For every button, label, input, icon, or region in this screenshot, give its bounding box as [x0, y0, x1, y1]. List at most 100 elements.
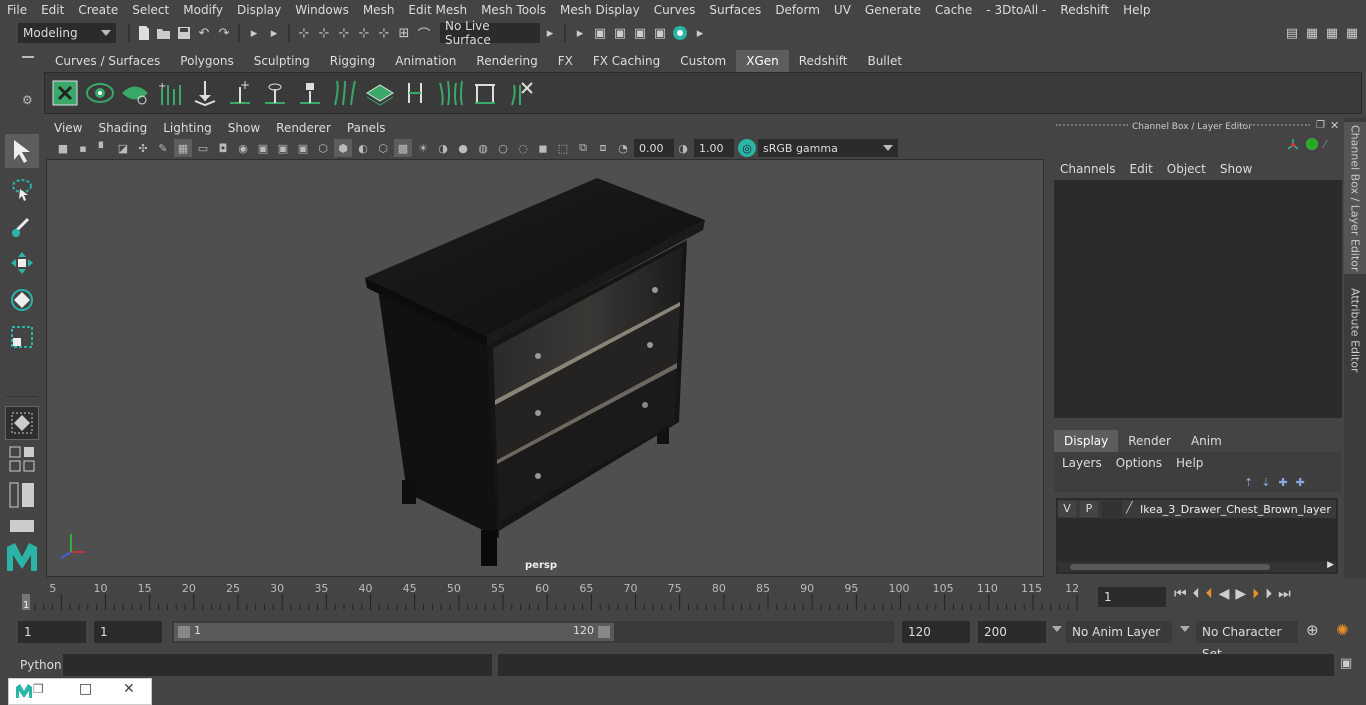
layer-display-type[interactable]	[1102, 501, 1122, 517]
menu-surfaces[interactable]: Surfaces	[702, 3, 768, 17]
chevron-down-icon[interactable]	[1180, 626, 1190, 632]
select-hierarchy-icon[interactable]: ⊹	[294, 23, 314, 43]
camera-attr-icon[interactable]: ▪	[74, 139, 92, 157]
layer-color-icon[interactable]: ╱	[1126, 501, 1140, 517]
shelf-tab-bullet[interactable]: Bullet	[857, 50, 912, 72]
tab-render[interactable]: Render	[1118, 430, 1181, 452]
command-input[interactable]	[63, 654, 492, 676]
step-back-icon[interactable]: ⏴	[1193, 586, 1200, 602]
shelf-tab-fx[interactable]: FX	[548, 50, 583, 72]
layout-outliner-icon[interactable]	[5, 480, 39, 510]
go-to-end-icon[interactable]: ⏭	[1278, 586, 1291, 602]
menu-mesh-tools[interactable]: Mesh Tools	[474, 3, 553, 17]
select-object-icon[interactable]: ⊹	[314, 23, 334, 43]
paint-select-tool-icon[interactable]	[5, 208, 39, 242]
viewport-menu-renderer[interactable]: Renderer	[268, 121, 339, 135]
menu-help[interactable]: Help	[1116, 3, 1157, 17]
anim-layer-dropdown[interactable]: No Anim Layer	[1066, 621, 1172, 643]
move-layer-up-icon[interactable]: ⇡	[1244, 476, 1253, 489]
open-scene-icon[interactable]	[154, 23, 174, 43]
collapse-arrow-icon[interactable]: ▸	[264, 23, 284, 43]
hypershade-icon[interactable]	[670, 23, 690, 43]
rotate-tool-icon[interactable]	[5, 283, 39, 317]
xgen-guide-bend-icon[interactable]	[329, 77, 361, 109]
new-layer-from-selection-icon[interactable]: ✚	[1296, 476, 1305, 489]
viewport-menu-shading[interactable]: Shading	[90, 121, 155, 135]
channel-box-toggle-icon[interactable]: ▦	[1342, 23, 1362, 43]
play-backwards-icon[interactable]: ◀	[1219, 586, 1230, 602]
restore-icon[interactable]: ❐	[33, 682, 44, 696]
use-all-lights-icon[interactable]: ☀	[414, 139, 432, 157]
viewport-menu-view[interactable]: View	[46, 121, 90, 135]
shelf-tab-xgen[interactable]: XGen	[736, 50, 789, 72]
ipr-render-icon[interactable]: ▣	[630, 23, 650, 43]
wireframe-on-shaded-icon[interactable]: ⬡	[374, 139, 392, 157]
tab-display[interactable]: Display	[1054, 430, 1119, 452]
textured-icon[interactable]: ▩	[394, 139, 412, 157]
gate-mask-icon[interactable]: ◉	[234, 139, 252, 157]
xgen-place-guide-icon[interactable]	[189, 77, 221, 109]
menu-cache[interactable]: Cache	[928, 3, 979, 17]
grease-pencil-icon[interactable]: ✎	[154, 139, 172, 157]
xray-joints-icon[interactable]: ⧉	[574, 139, 592, 157]
help-menu[interactable]: Help	[1176, 456, 1203, 470]
channels-menu[interactable]: Channels	[1060, 162, 1130, 176]
image-plane-icon[interactable]: ◪	[114, 139, 132, 157]
live-surface-field[interactable]: No Live Surface	[440, 19, 540, 47]
script-editor-icon[interactable]: ▣	[1340, 656, 1352, 671]
menu-mesh[interactable]: Mesh	[356, 3, 402, 17]
exposure-field[interactable]: 0.00	[634, 139, 674, 157]
move-tool-icon[interactable]	[5, 246, 39, 280]
channel-list[interactable]	[1054, 180, 1342, 418]
show-menu[interactable]: Show	[1220, 162, 1252, 176]
safe-title-icon[interactable]: ▣	[294, 139, 312, 157]
xray-icon[interactable]: ⬚	[554, 139, 572, 157]
playback-start-field[interactable]: 1	[94, 621, 162, 643]
chevron-down-icon[interactable]	[1052, 626, 1062, 632]
color-management-icon[interactable]: ◎	[738, 139, 756, 157]
xgen-leaf-icon[interactable]	[119, 77, 151, 109]
menu-curves[interactable]: Curves	[647, 3, 703, 17]
save-scene-icon[interactable]	[174, 23, 194, 43]
script-language-label[interactable]: Python	[20, 658, 62, 672]
paint-select-icon[interactable]: ⊹	[374, 23, 394, 43]
layers-menu[interactable]: Layers	[1062, 456, 1116, 470]
viewport-menu-panels[interactable]: Panels	[339, 121, 394, 135]
menu-edit[interactable]: Edit	[34, 3, 71, 17]
menu-mesh-display[interactable]: Mesh Display	[553, 3, 647, 17]
isolate-select-icon[interactable]: ◼	[534, 139, 552, 157]
range-start-grip[interactable]	[178, 626, 190, 638]
tool-settings-icon[interactable]: ▦	[1322, 23, 1342, 43]
collapse-arrow-icon[interactable]: ▸	[690, 23, 710, 43]
panel-drag-handle[interactable]	[1238, 124, 1310, 132]
options-menu[interactable]: Options	[1116, 456, 1176, 470]
screen-space-ao-icon[interactable]: ●	[454, 139, 472, 157]
shelf-tab-curves-surfaces[interactable]: Curves / Surfaces	[45, 50, 170, 72]
menu-3dtoall[interactable]: - 3DtoAll -	[979, 3, 1053, 17]
shelf-tab-sculpting[interactable]: Sculpting	[244, 50, 320, 72]
menu-redshift[interactable]: Redshift	[1053, 3, 1116, 17]
character-set-dropdown[interactable]: No Character Set	[1196, 621, 1298, 661]
close-icon[interactable]: ✕	[1330, 119, 1339, 132]
lasso-tool-icon[interactable]	[5, 172, 39, 206]
time-slider[interactable]: 5 10 15 20 25 30 35 40 45 50 55 60 65 70 75 80 85 90 95 100…	[18, 580, 1092, 612]
gamma-icon[interactable]: ◑	[674, 139, 692, 157]
layer-name[interactable]: Ikea_3_Drawer_Chest_Brown_layer	[1140, 503, 1331, 516]
mode-dropdown[interactable]: Modeling	[18, 23, 116, 43]
step-back-key-icon[interactable]: ⏴	[1206, 586, 1213, 602]
xgen-select-guide-icon[interactable]	[259, 77, 291, 109]
resolution-gate-icon[interactable]: ◘	[214, 139, 232, 157]
collapse-arrow-icon[interactable]: ▸	[540, 23, 560, 43]
viewport-menu-show[interactable]: Show	[220, 121, 268, 135]
xgen-groom-mesh-icon[interactable]	[364, 77, 396, 109]
side-tab-attribute-editor[interactable]: Attribute Editor	[1344, 280, 1366, 380]
layer-visibility-toggle[interactable]: V	[1058, 501, 1076, 517]
play-forwards-icon[interactable]: ▶	[1235, 586, 1246, 602]
end-frame-field[interactable]: 200	[978, 621, 1046, 643]
default-material-icon[interactable]: ◐	[354, 139, 372, 157]
maya-app-icon[interactable]	[15, 683, 33, 702]
layout-single-icon[interactable]	[5, 444, 39, 474]
menu-display[interactable]: Display	[230, 3, 288, 17]
depth-of-field-icon[interactable]: ◌	[514, 139, 532, 157]
range-end-grip[interactable]	[598, 626, 610, 638]
